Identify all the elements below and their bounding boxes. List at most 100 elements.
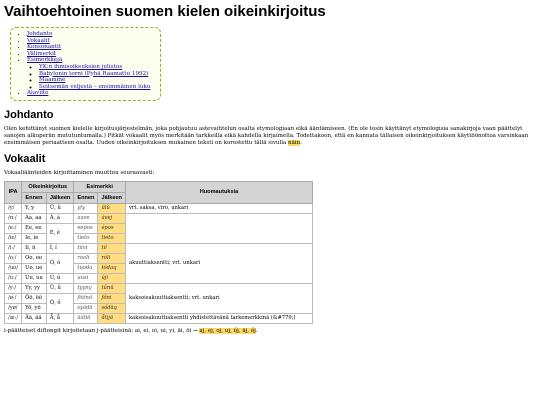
cell-example-after: tódaq: [97, 262, 126, 274]
toc-link-johdanto[interactable]: Johdanto: [27, 31, 52, 37]
cell-example-before: rooli: [73, 252, 99, 264]
col-spelling-before: Ennen: [21, 191, 47, 204]
col-example-after: Jälkeen: [97, 191, 126, 204]
toc-link-yk[interactable]: YK:n ihmisoikeuksien julistus: [39, 64, 122, 70]
cell-after: Á, á: [45, 212, 75, 224]
cell-ipa: /eː/: [3, 222, 23, 234]
toc-link-esimerkkeja[interactable]: Esimerkkejä: [27, 57, 62, 63]
col-notes: Huomautuksia: [124, 180, 313, 204]
toc-link-vokaalit[interactable]: Vokaalit: [27, 38, 50, 44]
cell-after: Í, í: [45, 242, 75, 254]
cell-before: Ee, ee: [21, 222, 47, 234]
cell-after: Ú, ú: [45, 272, 75, 284]
col-spelling: Oikeinkirjoitus: [21, 180, 75, 193]
cell-ipa: /uo/: [3, 262, 23, 274]
toc-link-valimerkit[interactable]: Välimerkit: [27, 51, 56, 57]
cell-example-before: äätiö: [73, 312, 99, 324]
cell-ipa: /øː/: [3, 292, 23, 304]
cell-ipa: /oː/: [3, 252, 23, 264]
cell-example-after: ávej: [97, 212, 126, 224]
toc-subitem: Maamme: [39, 77, 150, 84]
cell-before: Yö, yö: [21, 302, 47, 314]
toc-subitem: Seitsemän veljestä – ensimmäinen luku: [39, 84, 150, 91]
toc-item: Esimerkkejä YK:n ihmisoikeuksien julistu…: [27, 57, 150, 90]
toc-subitem: YK:n ihmisoikeuksien julistus: [39, 64, 150, 71]
toc-link-babylon[interactable]: Babylonin torni (Pyhä Raamattu 1992): [39, 71, 148, 77]
toc-link-alaviite[interactable]: Alaviite: [27, 90, 48, 96]
toc-item: Alaviite: [27, 90, 150, 97]
table-row: /iː/ Ii, ii Í, í tiivi tíi akuuttiaksent…: [3, 242, 313, 284]
page-title: Vaihtoehtoinen suomen kielen oikeinkirjo…: [4, 3, 326, 20]
cell-example-before: tiivi: [73, 242, 99, 254]
cell-example-before: yly: [73, 202, 99, 214]
section-heading-johdanto: Johdanto: [4, 108, 54, 121]
cell-after: É, é: [45, 222, 75, 244]
cell-note: vrt. saksa, viro, unkari: [124, 202, 313, 214]
vowel-table: IPA Oikeinkirjoitus Esimerkki Huomautuks…: [3, 180, 313, 324]
cell-ipa: /yø/: [3, 302, 23, 314]
cell-example-after: sődäq: [97, 302, 126, 314]
cell-after: Ǟ, ǟ: [45, 312, 75, 324]
cell-example-after: tűnű: [97, 282, 126, 294]
cell-ipa: /ie/: [3, 232, 23, 244]
table-row: /yː/ Yy, yy Ű, ű tyyny tűnű kaksoisakuut…: [3, 282, 313, 314]
cell-ipa: /iː/: [3, 242, 23, 254]
intro-highlight: näin: [288, 139, 301, 146]
cell-before: Ää, ää: [21, 312, 47, 324]
cell-ipa: /uː/: [3, 272, 23, 284]
cell-ipa: /y/: [3, 202, 23, 214]
cell-before: Uu, uu: [21, 272, 47, 284]
cell-example-before: tieto: [73, 232, 99, 244]
diphthong-note: i-päätteiset diftongit kirjoitetaan j-pä…: [4, 327, 536, 335]
table-row: /y/ Y, y Ű, ű yly ŭlŭ vrt. saksa, viro, …: [3, 202, 313, 214]
cell-note: akuuttiaksentti; vrt. unkari: [124, 242, 313, 284]
toc-subitem: Babylonin torni (Pyhä Raamattu 1992): [39, 71, 150, 78]
cell-example-after: ǟtijä: [97, 312, 126, 324]
intro-end: .: [300, 139, 302, 146]
cell-note: [124, 212, 313, 244]
cell-before: Y, y: [21, 202, 47, 214]
cell-before: Ii, ii: [21, 242, 47, 254]
section-heading-vokaalit: Vokaalit: [4, 152, 46, 165]
cell-ipa: /ɑː/: [3, 212, 23, 224]
toc-item: Vokaalit: [27, 38, 150, 45]
toc-item: Johdanto: [27, 31, 150, 38]
toc-link-maamme[interactable]: Maamme: [39, 77, 65, 83]
cell-before: Aa, aa: [21, 212, 47, 224]
toc-link-seitseman[interactable]: Seitsemän veljestä – ensimmäinen luku: [39, 84, 150, 90]
footer-text: i-päätteiset diftongit kirjoitetaan j-pä…: [4, 327, 200, 334]
cell-after: Ű, ű: [45, 202, 75, 214]
cell-example-after: ŭlŭ: [97, 202, 126, 214]
cell-note: kaksoisakuuttiaksentti; vrt. unkari: [124, 282, 313, 314]
cell-example-after: úji: [97, 272, 126, 284]
vowels-lead: Vokaaliäänteiden kirjoittaminen muuttuu …: [4, 169, 155, 176]
cell-before: Öö, öö: [21, 292, 47, 304]
footer-end: .: [255, 327, 258, 334]
col-example: Esimerkki: [73, 180, 126, 193]
cell-example-before: föönö: [73, 292, 99, 304]
cell-example-after: épos: [97, 222, 126, 234]
cell-note: kaksoisakuuttiaksentti yhdistettävänä ta…: [124, 312, 313, 324]
col-spelling-after: Jälkeen: [45, 191, 75, 204]
cell-before: Yy, yy: [21, 282, 47, 294]
cell-example-before: tuoda: [73, 262, 99, 274]
cell-after: Ű, ű: [45, 282, 75, 294]
cell-ipa: /yː/: [3, 282, 23, 294]
cell-example-before: aave: [73, 212, 99, 224]
table-of-contents: Johdanto Vokaalit Konsonantit Välimerkit…: [10, 27, 162, 101]
intro-paragraph: Olen kehittänyt suomen kielelle kirjoitu…: [4, 126, 536, 147]
intro-text: Olen kehittänyt suomen kielelle kirjoitu…: [4, 125, 529, 146]
toc-item: Välimerkit: [27, 51, 150, 58]
cell-example-before: uusi: [73, 272, 99, 284]
cell-before: Uo, uo: [21, 262, 47, 274]
toc-link-konsonantit[interactable]: Konsonantit: [27, 44, 61, 50]
cell-before: Ie, ie: [21, 232, 47, 244]
cell-ipa: /æː/: [3, 312, 23, 324]
cell-after: Ó, ó: [45, 252, 75, 274]
cell-example-after: tíi: [97, 242, 126, 254]
cell-example-before: eepos: [73, 222, 99, 234]
cell-example-after: főni: [97, 292, 126, 304]
cell-example-after: tieto: [97, 232, 126, 244]
cell-before: Oo, oo: [21, 252, 47, 264]
toc-item: Konsonantit: [27, 44, 150, 51]
